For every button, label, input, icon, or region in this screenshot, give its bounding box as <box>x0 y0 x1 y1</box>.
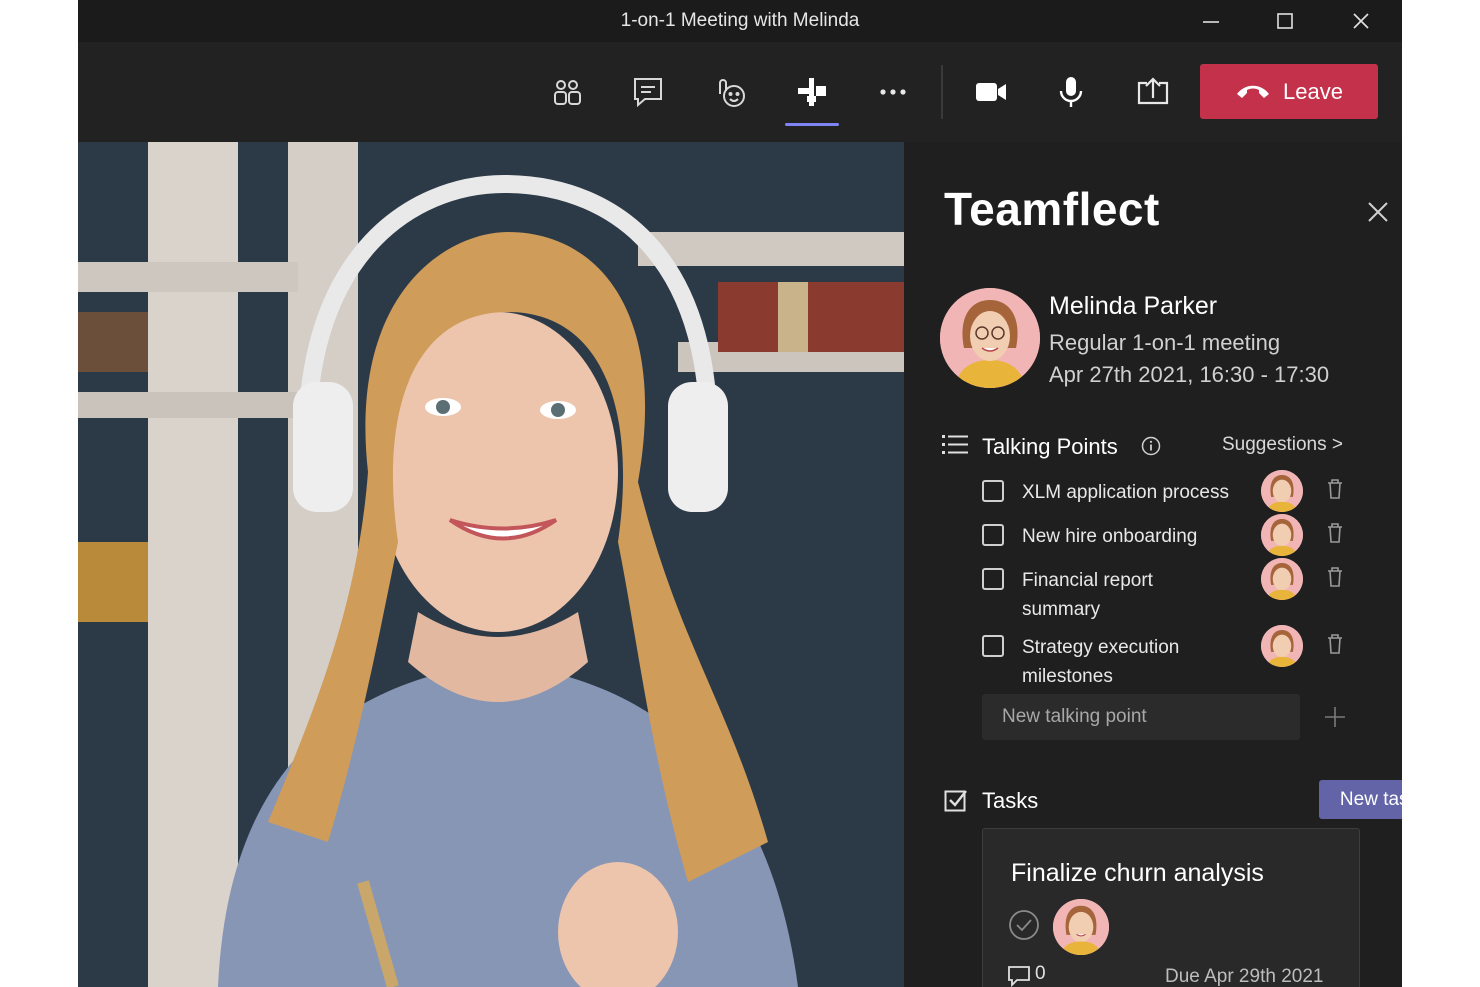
apps-icon <box>798 78 826 106</box>
assignee-avatar <box>1261 558 1303 600</box>
reactions-icon <box>719 79 745 107</box>
meeting-toolbar: Leave <box>78 42 1402 142</box>
assignee-avatar <box>1261 514 1303 556</box>
camera-button[interactable] <box>966 67 1016 117</box>
tasks-title: Tasks <box>982 788 1039 813</box>
talking-point-checkbox[interactable] <box>982 480 1004 502</box>
trash-icon[interactable] <box>1326 478 1344 500</box>
add-icon[interactable] <box>1324 706 1346 728</box>
participants-button[interactable] <box>542 67 592 117</box>
assignee-avatar <box>1261 625 1303 667</box>
complete-task-icon[interactable] <box>1007 908 1041 942</box>
chat-button[interactable] <box>623 67 673 117</box>
mic-button[interactable] <box>1046 67 1096 117</box>
panel-title: Teamflect <box>944 183 1160 235</box>
close-icon <box>1353 13 1369 29</box>
leave-label: Leave <box>1283 78 1343 104</box>
task-title: Finalize churn analysis <box>1011 859 1264 887</box>
chat-icon <box>634 78 662 108</box>
meeting-window: 1-on-1 Meeting with Melinda Leave Teamfl… <box>78 0 1402 987</box>
info-icon[interactable] <box>1141 436 1161 456</box>
suggestions-link[interactable]: Suggestions > <box>1222 434 1343 456</box>
video-feed <box>78 142 904 987</box>
list-icon <box>942 435 968 454</box>
talking-point-text: XLM application process <box>1022 482 1229 503</box>
apps-button[interactable] <box>787 67 837 117</box>
new-talking-point-input[interactable]: New talking point <box>982 694 1300 740</box>
title-bar: 1-on-1 Meeting with Melinda <box>78 0 1402 42</box>
minimize-icon <box>1203 21 1219 23</box>
meeting-type: Regular 1-on-1 meeting <box>1049 330 1281 355</box>
talking-points-title: Talking Points <box>982 434 1118 459</box>
maximize-icon <box>1277 13 1293 29</box>
active-tab-indicator <box>785 123 839 126</box>
mic-icon <box>1059 77 1083 107</box>
camera-icon <box>976 83 1006 101</box>
new-task-button[interactable]: New task <box>1319 780 1402 819</box>
share-screen-icon <box>1137 77 1169 105</box>
person-name: Melinda Parker <box>1049 292 1218 320</box>
close-window-button[interactable] <box>1334 0 1388 42</box>
talking-point-checkbox[interactable] <box>982 568 1004 590</box>
talking-point-text: New hire onboarding <box>1022 526 1198 547</box>
talking-point-checkbox[interactable] <box>982 524 1004 546</box>
talking-point-checkbox[interactable] <box>982 635 1004 657</box>
trash-icon[interactable] <box>1326 522 1344 544</box>
people-icon <box>554 80 581 105</box>
talking-point-text: Financial report summary <box>1022 570 1153 620</box>
leave-button[interactable]: Leave <box>1200 64 1378 119</box>
talking-point-text: Strategy execution milestones <box>1022 637 1180 687</box>
share-screen-button[interactable] <box>1128 67 1178 117</box>
maximize-button[interactable] <box>1258 0 1312 42</box>
more-button[interactable] <box>868 67 918 117</box>
comment-icon <box>1008 966 1030 987</box>
reactions-button[interactable] <box>705 67 755 117</box>
task-assignee-avatar <box>1053 899 1109 955</box>
toolbar-separator <box>941 65 943 119</box>
minimize-button[interactable] <box>1184 0 1238 42</box>
task-checkbox-icon <box>944 790 967 812</box>
assignee-avatar <box>1261 470 1303 512</box>
avatar <box>940 288 1040 388</box>
avatar-image <box>940 288 1040 388</box>
hang-up-icon <box>1237 85 1270 98</box>
more-icon <box>880 89 906 95</box>
trash-icon[interactable] <box>1326 566 1344 588</box>
task-card[interactable]: Finalize churn analysis 0 Due Apr 29th 2… <box>982 828 1360 987</box>
trash-icon[interactable] <box>1326 633 1344 655</box>
teamflect-panel: Teamflect Melinda Parker Regular 1-on-1 … <box>904 142 1402 987</box>
participant-video <box>78 142 904 987</box>
meeting-time: Apr 27th 2021, 16:30 - 17:30 <box>1049 362 1330 387</box>
close-panel-icon[interactable] <box>1364 198 1392 226</box>
due-date: Due Apr 29th 2021 <box>1165 966 1324 987</box>
comment-count: 0 <box>1035 963 1046 984</box>
